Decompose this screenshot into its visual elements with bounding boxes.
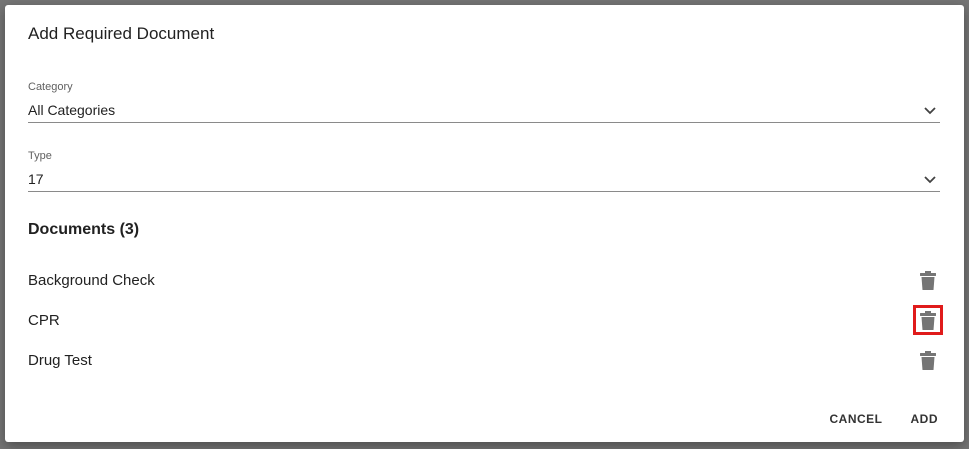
chevron-down-icon — [924, 107, 936, 115]
dialog-actions: CANCEL ADD — [830, 412, 939, 426]
delete-document-button[interactable] — [913, 265, 943, 295]
dialog-title: Add Required Document — [28, 24, 215, 43]
add-button[interactable]: ADD — [911, 412, 939, 426]
type-field: Type 17 — [28, 150, 940, 192]
category-value: All Categories — [28, 102, 116, 118]
delete-document-button[interactable] — [913, 345, 943, 375]
documents-list: Background Check CPR Drug Test — [28, 260, 943, 380]
document-name: Drug Test — [28, 351, 92, 369]
list-item: CPR — [28, 300, 943, 340]
delete-document-button[interactable] — [913, 305, 943, 335]
category-label: Category — [28, 81, 73, 93]
type-label: Type — [28, 150, 52, 162]
cancel-button[interactable]: CANCEL — [830, 412, 883, 426]
list-item: Drug Test — [28, 340, 940, 380]
trash-icon — [920, 310, 936, 330]
category-select[interactable]: All Categories — [28, 98, 940, 123]
document-name: Background Check — [28, 271, 155, 289]
trash-icon — [920, 270, 936, 290]
list-item: Background Check — [28, 260, 940, 300]
type-value: 17 — [28, 171, 44, 187]
chevron-down-icon — [924, 176, 936, 184]
category-field: Category All Categories — [28, 81, 940, 123]
documents-heading: Documents (3) — [28, 221, 140, 238]
trash-icon — [920, 350, 936, 370]
document-name: CPR — [28, 311, 60, 329]
add-required-document-dialog: Add Required Document Category All Categ… — [5, 5, 964, 442]
type-select[interactable]: 17 — [28, 167, 940, 192]
